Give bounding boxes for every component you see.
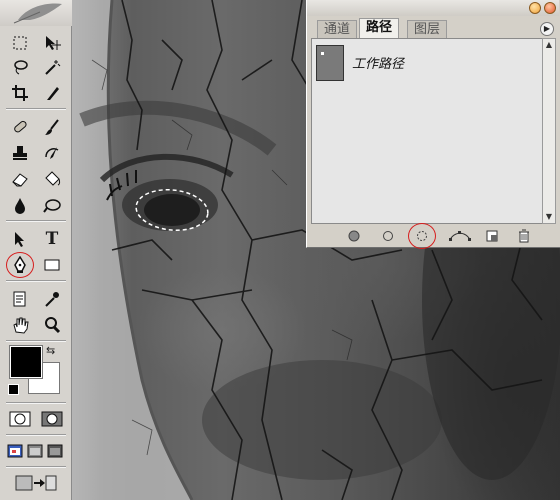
jump-to-imageready-icon[interactable] xyxy=(12,472,60,494)
zoom-icon[interactable] xyxy=(40,314,64,336)
toolbox: T ⇆ xyxy=(0,0,72,500)
standard-screen-mode-icon[interactable] xyxy=(6,440,24,462)
notes-icon[interactable] xyxy=(8,288,32,310)
paint-bucket-icon[interactable] xyxy=(40,168,64,190)
eraser-icon[interactable] xyxy=(8,168,32,190)
path-name: 工作路径 xyxy=(352,57,405,72)
feather-logo-icon xyxy=(13,3,62,24)
blur-icon[interactable] xyxy=(8,194,32,216)
panel-menu-icon[interactable]: ▶ xyxy=(540,22,554,36)
marquee-tool-icon[interactable] xyxy=(8,32,32,54)
type-tool-icon[interactable]: T xyxy=(40,228,64,250)
default-colors-icon[interactable] xyxy=(8,384,19,395)
slice-icon[interactable] xyxy=(40,82,64,104)
delete-path-icon[interactable] xyxy=(515,228,533,244)
scroll-down-icon[interactable]: ▼ xyxy=(543,211,555,223)
eyedropper-icon[interactable] xyxy=(40,288,64,310)
foreground-color-swatch[interactable] xyxy=(9,345,43,379)
panel-tabs: 通道 路径 图层 xyxy=(307,18,559,38)
tab-channels[interactable]: 通道 xyxy=(317,20,358,38)
scroll-up-icon[interactable]: ▲ xyxy=(543,39,555,51)
crop-tool-icon[interactable] xyxy=(8,82,32,104)
path-select-icon[interactable] xyxy=(8,228,32,250)
fill-path-icon[interactable] xyxy=(345,228,363,244)
pen-tool-highlight xyxy=(6,252,34,278)
paths-list: 工作路径 xyxy=(311,38,543,224)
full-screen-menu-mode-icon[interactable] xyxy=(26,440,44,462)
standard-mode-icon[interactable] xyxy=(8,408,32,430)
minimize-icon[interactable] xyxy=(529,2,541,14)
panel-title-bar[interactable] xyxy=(307,0,559,16)
quick-mask-icon[interactable] xyxy=(40,408,64,430)
make-work-path-icon[interactable] xyxy=(447,228,473,244)
new-path-icon[interactable] xyxy=(483,228,501,244)
shape-tool-icon[interactable] xyxy=(40,254,64,276)
stroke-path-icon[interactable] xyxy=(379,228,397,244)
tab-paths[interactable]: 路径 xyxy=(359,18,400,38)
toolbox-header[interactable] xyxy=(0,0,72,26)
list-item[interactable]: 工作路径 xyxy=(312,43,542,83)
path-thumbnail xyxy=(316,45,344,81)
history-brush-icon[interactable] xyxy=(40,142,64,164)
panel-scrollbar[interactable]: ▲ ▼ xyxy=(542,38,556,224)
clone-stamp-icon[interactable] xyxy=(8,142,32,164)
lasso-tool-icon[interactable] xyxy=(8,56,32,78)
dodge-icon[interactable] xyxy=(40,194,64,216)
full-screen-mode-icon[interactable] xyxy=(46,440,64,462)
close-icon[interactable] xyxy=(544,2,556,14)
move-tool-icon[interactable] xyxy=(40,32,64,54)
tab-layers[interactable]: 图层 xyxy=(407,20,448,38)
swap-colors-icon[interactable]: ⇆ xyxy=(46,344,55,357)
brush-icon[interactable] xyxy=(40,116,64,138)
magic-wand-icon[interactable] xyxy=(40,56,64,78)
load-selection-highlight xyxy=(408,223,436,249)
panel-footer xyxy=(307,223,559,249)
hand-icon[interactable] xyxy=(8,314,32,336)
paths-panel: 通道 路径 图层 ▶ 工作路径 ▲ ▼ xyxy=(306,0,560,249)
healing-brush-icon[interactable] xyxy=(8,116,32,138)
